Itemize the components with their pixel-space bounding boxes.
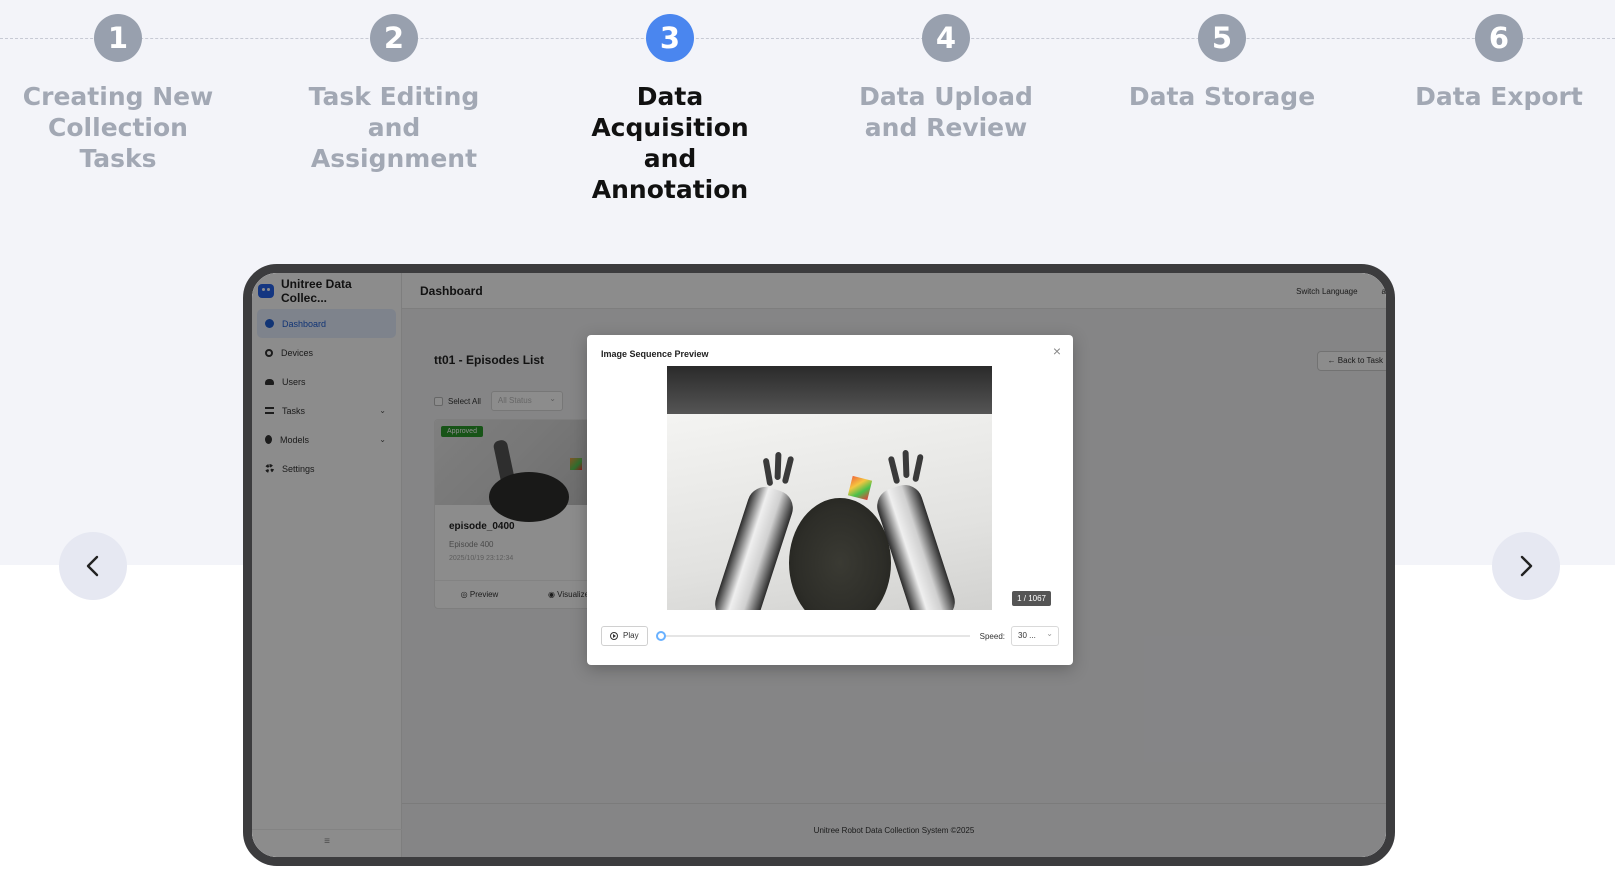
step-number: 5 bbox=[1198, 14, 1246, 62]
robot-finger bbox=[902, 449, 910, 479]
close-icon[interactable]: × bbox=[1053, 343, 1061, 359]
modal-title: Image Sequence Preview bbox=[601, 349, 709, 359]
stepper-connector-line bbox=[0, 38, 1615, 39]
play-button[interactable]: Play bbox=[601, 626, 648, 646]
step-1[interactable]: 1 Creating New Collection Tasks bbox=[8, 14, 228, 174]
play-icon bbox=[610, 632, 618, 640]
app-screenshot: Unitree Data Collec... Dashboard Devices… bbox=[252, 273, 1386, 857]
step-number: 2 bbox=[370, 14, 418, 62]
step-4[interactable]: 4 Data Upload and Review bbox=[836, 14, 1056, 143]
tablet-frame: Unitree Data Collec... Dashboard Devices… bbox=[243, 264, 1395, 866]
step-label: Data Storage bbox=[1128, 82, 1316, 111]
step-label: Task Editing and Assignment bbox=[308, 82, 480, 173]
step-3[interactable]: 3 Data Acquisition and Annotation bbox=[560, 14, 780, 205]
frame-counter: 1 / 1067 bbox=[1012, 591, 1051, 606]
playback-controls: Play Speed: 30 ... bbox=[601, 625, 1059, 646]
speed-label: Speed: bbox=[979, 631, 1005, 641]
step-number: 3 bbox=[646, 14, 694, 62]
image-sequence-preview-modal: Image Sequence Preview × 1 / 1067 Play S… bbox=[587, 335, 1073, 665]
step-number: 6 bbox=[1475, 14, 1523, 62]
step-6[interactable]: 6 Data Export bbox=[1389, 14, 1609, 112]
step-number: 1 bbox=[94, 14, 142, 62]
carousel-next-button[interactable] bbox=[1492, 532, 1560, 600]
step-number: 4 bbox=[922, 14, 970, 62]
step-label: Data Upload and Review bbox=[859, 82, 1033, 142]
step-5[interactable]: 5 Data Storage bbox=[1112, 14, 1332, 112]
step-label: Data Acquisition and Annotation bbox=[591, 82, 749, 204]
preview-image bbox=[667, 366, 992, 610]
step-label: Data Export bbox=[1415, 82, 1583, 111]
slider-thumb[interactable] bbox=[655, 631, 666, 641]
carousel-prev-button[interactable] bbox=[59, 532, 127, 600]
speed-select[interactable]: 30 ... bbox=[1011, 625, 1059, 646]
frame-slider[interactable] bbox=[655, 631, 970, 641]
play-label: Play bbox=[623, 631, 639, 640]
process-stepper: 1 Creating New Collection Tasks 2 Task E… bbox=[0, 0, 1615, 230]
chevron-left-icon bbox=[86, 555, 99, 577]
step-label: Creating New Collection Tasks bbox=[22, 82, 214, 173]
chevron-right-icon bbox=[1520, 555, 1533, 577]
robot-finger bbox=[774, 451, 782, 481]
step-2[interactable]: 2 Task Editing and Assignment bbox=[284, 14, 504, 174]
